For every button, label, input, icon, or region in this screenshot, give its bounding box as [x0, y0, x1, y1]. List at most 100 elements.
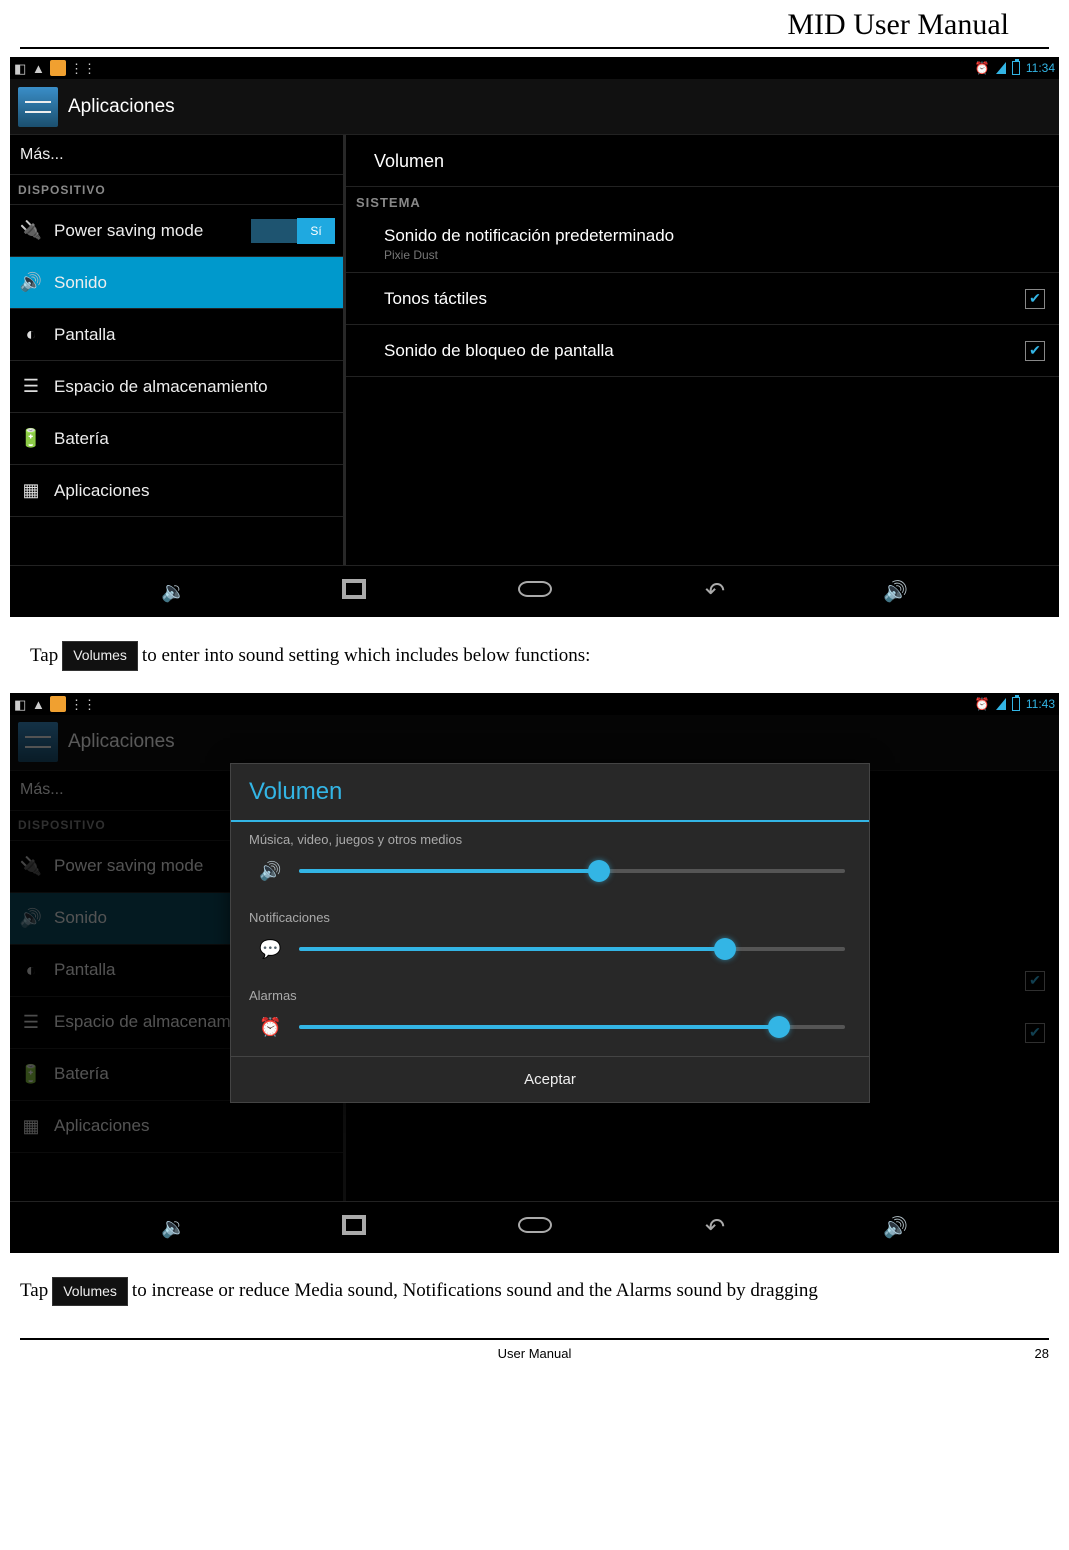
sidebar-item-label: Sonido	[54, 273, 107, 293]
page-footer: User Manual 28	[20, 1338, 1049, 1381]
content-category: SISTEMA	[346, 187, 1059, 216]
row-touch-sounds[interactable]: Tonos táctiles	[346, 273, 1059, 325]
checkbox-screen-lock[interactable]	[1025, 341, 1045, 361]
recent-apps-button[interactable]	[337, 580, 371, 603]
row-label: Sonido de bloqueo de pantalla	[384, 341, 614, 361]
sidebar-item-apps[interactable]: ▦ Aplicaciones	[10, 465, 343, 517]
battery-icon: 🔋	[20, 1063, 42, 1085]
volume-up-icon[interactable]: 🔊	[879, 579, 913, 604]
status-notification-icon: ◧	[14, 697, 28, 711]
sidebar-item-more[interactable]: Más...	[10, 135, 343, 175]
page-number: 28	[1035, 1346, 1049, 1361]
sidebar-item-apps: ▦ Aplicaciones	[10, 1101, 343, 1153]
sidebar-item-sound[interactable]: 🔊 Sonido	[10, 257, 343, 309]
slider-alarm-track[interactable]	[299, 1025, 845, 1029]
sidebar-item-label: Sonido	[54, 908, 107, 928]
status-app-icon	[50, 60, 66, 76]
header-rule	[20, 47, 1049, 49]
apps-icon: ▦	[20, 1115, 42, 1137]
row-label: Tonos táctiles	[384, 289, 487, 309]
recent-apps-button[interactable]	[337, 1216, 371, 1239]
checkbox-touch-sounds[interactable]	[1025, 289, 1045, 309]
alarm-icon: ⏰	[975, 61, 990, 75]
volume-icon: 🔊	[259, 861, 281, 882]
clock: 11:34	[1026, 61, 1055, 75]
notification-icon: 💬	[259, 939, 281, 960]
sidebar-item-label: Aplicaciones	[54, 1116, 149, 1136]
volume-dialog: Volumen Música, video, juegos y otros me…	[230, 763, 870, 1103]
settings-sidebar: Más... DISPOSITIVO 🔌 Power saving mode S…	[10, 135, 346, 565]
document-title: MID User Manual	[0, 0, 1069, 47]
alarm-icon: ⏰	[259, 1017, 281, 1038]
apps-icon: ▦	[20, 480, 42, 502]
sidebar-item-display[interactable]: ◐ Pantalla	[10, 309, 343, 361]
clock: 11:43	[1026, 697, 1055, 711]
sidebar-item-label: Espacio de almacenamiento	[54, 377, 268, 397]
app-title: Aplicaciones	[68, 96, 175, 118]
android-icon: ⋮⋮	[70, 61, 84, 75]
sidebar-item-label: Más...	[20, 781, 64, 799]
signal-icon	[996, 698, 1006, 710]
navigation-bar: 🔉 ↶ 🔊	[10, 1201, 1059, 1253]
sidebar-item-label: Batería	[54, 1064, 109, 1084]
slider-media-track[interactable]	[299, 869, 845, 873]
app-header: Aplicaciones	[10, 79, 1059, 135]
status-bar: ◧ ▲ ⋮⋮ ⏰ 11:34	[10, 57, 1059, 79]
sidebar-item-label: Espacio de almacenamie	[54, 1012, 244, 1032]
row-screen-lock-sound[interactable]: Sonido de bloqueo de pantalla	[346, 325, 1059, 377]
row-label: Sonido de notificación predeterminado	[384, 226, 674, 245]
battery-icon	[1012, 697, 1020, 711]
content-title-volumen[interactable]: Volumen	[346, 139, 1059, 187]
row-subtext: Pixie Dust	[384, 248, 674, 262]
sidebar-item-label: Power saving mode	[54, 856, 203, 876]
plug-icon: 🔌	[20, 220, 42, 242]
sidebar-item-power-saving[interactable]: 🔌 Power saving mode Sí	[10, 205, 343, 257]
back-button[interactable]: ↶	[698, 1213, 732, 1242]
android-icon: ⋮⋮	[70, 697, 84, 711]
row-default-notification[interactable]: Sonido de notificación predeterminado Pi…	[346, 216, 1059, 273]
slider-media: Música, video, juegos y otros medios 🔊	[231, 822, 869, 900]
sidebar-item-battery[interactable]: 🔋 Batería	[10, 413, 343, 465]
sidebar-item-storage[interactable]: ☰ Espacio de almacenamiento	[10, 361, 343, 413]
instruction-2: Tap Volumes to increase or reduce Media …	[0, 1263, 1069, 1321]
settings-icon[interactable]	[18, 87, 58, 127]
volume-up-icon[interactable]: 🔊	[879, 1215, 913, 1240]
storage-icon: ☰	[20, 1011, 42, 1033]
home-button[interactable]	[518, 1216, 552, 1239]
status-notification-icon: ◧	[14, 61, 28, 75]
warning-icon: ▲	[32, 61, 46, 75]
footer-text: User Manual	[498, 1346, 572, 1361]
volumes-button-image: Volumes	[52, 1277, 128, 1307]
signal-icon	[996, 62, 1006, 74]
volume-down-icon[interactable]: 🔉	[157, 1215, 191, 1240]
status-bar: ◧ ▲ ⋮⋮ ⏰ 11:43	[10, 693, 1059, 715]
sidebar-item-label: Pantalla	[54, 960, 115, 980]
app-title: Aplicaciones	[68, 731, 175, 753]
storage-icon: ☰	[20, 376, 42, 398]
slider-notif-track[interactable]	[299, 947, 845, 951]
slider-label: Notificaciones	[249, 910, 851, 925]
dialog-title: Volumen	[231, 764, 869, 822]
brightness-icon: ◐	[20, 324, 42, 346]
screenshot-sound-settings: ◧ ▲ ⋮⋮ ⏰ 11:34 Aplicaciones Más... DISPO…	[10, 57, 1059, 617]
navigation-bar: 🔉 ↶ 🔊	[10, 565, 1059, 617]
volume-down-icon[interactable]: 🔉	[157, 579, 191, 604]
back-button[interactable]: ↶	[698, 577, 732, 606]
slider-alarms: Alarmas ⏰	[231, 978, 869, 1056]
volumes-button-image: Volumes	[62, 641, 138, 671]
alarm-icon: ⏰	[975, 697, 990, 711]
instruction-1: Tap Volumes to enter into sound setting …	[0, 627, 1069, 685]
sidebar-item-label: Más...	[20, 146, 64, 164]
volume-icon: 🔊	[20, 907, 42, 929]
accept-button[interactable]: Aceptar	[231, 1056, 869, 1102]
volume-icon: 🔊	[20, 272, 42, 294]
checkbox-dimmed	[1025, 971, 1045, 991]
brightness-icon: ◐	[20, 959, 42, 981]
warning-icon: ▲	[32, 697, 46, 711]
settings-icon	[18, 722, 58, 762]
sound-settings-content: Volumen SISTEMA Sonido de notificación p…	[346, 135, 1059, 565]
sidebar-item-label: Power saving mode	[54, 221, 203, 241]
slider-label: Música, video, juegos y otros medios	[249, 832, 851, 847]
home-button[interactable]	[518, 580, 552, 603]
toggle-power-saving[interactable]: Sí	[251, 219, 335, 243]
